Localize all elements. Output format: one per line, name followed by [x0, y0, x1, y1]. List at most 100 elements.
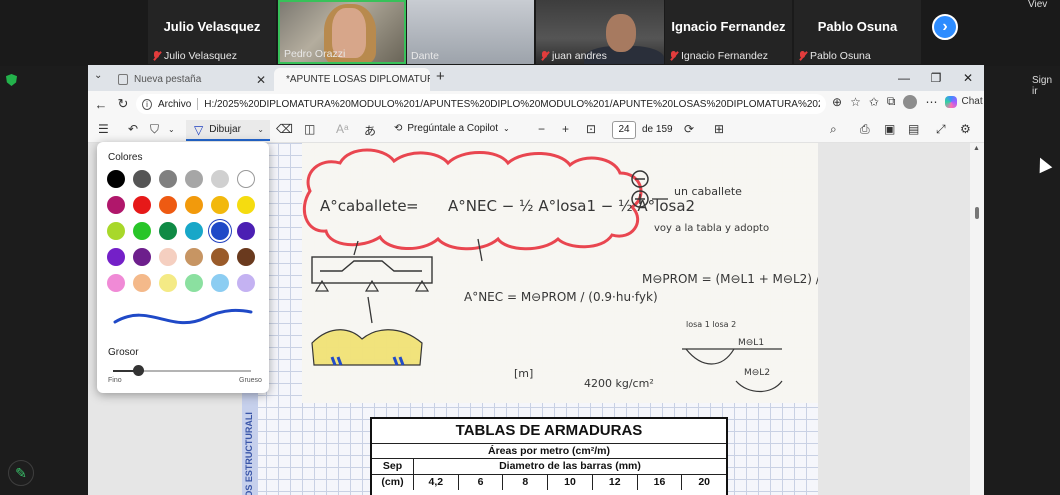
next-participants-button[interactable]: › — [932, 14, 958, 40]
mic-muted-icon — [152, 51, 161, 61]
color-swatch[interactable] — [211, 248, 229, 266]
mic-muted-icon — [669, 51, 678, 61]
restore-icon[interactable]: ❐ — [920, 65, 952, 91]
chevron-down-icon[interactable]: ⌄ — [257, 125, 264, 134]
read-aloud-icon[interactable]: あ — [364, 122, 376, 139]
sign-in-link[interactable]: Sign ir — [1032, 75, 1060, 97]
contents-list-icon[interactable]: ☰ — [98, 122, 109, 136]
copilot-chat-button[interactable]: Chat ⌄ — [945, 95, 984, 108]
color-swatch[interactable] — [185, 196, 203, 214]
participant-name: Pablo Osuna — [810, 50, 871, 62]
page-view-icon[interactable]: ⊞ — [714, 122, 724, 136]
color-swatch[interactable] — [237, 274, 255, 292]
refresh-icon[interactable]: ↻ — [112, 96, 134, 112]
color-swatch[interactable] — [211, 170, 229, 188]
color-swatch[interactable] — [133, 248, 151, 266]
text-format-icon[interactable]: Aᵃ — [336, 122, 348, 136]
search-icon[interactable]: ⌕ — [830, 122, 837, 137]
vertical-scrollbar[interactable]: ▲ — [970, 143, 984, 495]
url-field[interactable]: i Archivo H:/2025%20DIPLOMATURA%20MODULO… — [136, 94, 826, 114]
highlight-icon[interactable]: ⛉ — [150, 122, 159, 137]
zoom-icon[interactable]: ⊕ — [832, 95, 842, 109]
rotate-icon[interactable]: ⟳ — [684, 122, 694, 136]
color-swatch[interactable] — [211, 196, 229, 214]
color-swatch[interactable] — [237, 248, 255, 266]
favorite-star-icon[interactable]: ☆ — [850, 95, 861, 109]
scroll-thumb[interactable] — [975, 207, 979, 219]
formula-nec: A°NEC = M⊖PROM / (0.9·hu·fyk) — [464, 290, 658, 304]
stroke-preview — [113, 308, 253, 325]
fit-page-icon[interactable]: ⊡ — [586, 122, 596, 136]
participant-name: Pedro Orazzi — [284, 48, 346, 60]
color-swatch[interactable] — [107, 222, 125, 240]
close-tab-icon[interactable]: ✕ — [256, 73, 266, 87]
tab-actions-icon[interactable]: ⌄ — [94, 70, 102, 81]
expand-icon[interactable]: ⤢ — [936, 122, 946, 137]
save-icon[interactable]: ▣ — [884, 122, 895, 136]
save-as-icon[interactable]: ▤ — [908, 122, 919, 136]
color-swatch[interactable] — [159, 248, 177, 266]
color-swatch[interactable] — [211, 222, 229, 240]
close-window-icon[interactable]: ✕ — [952, 65, 984, 91]
participant-big-name: Julio Velasquez — [163, 19, 261, 34]
undo-icon[interactable]: ↶ — [128, 122, 138, 136]
color-swatch[interactable] — [133, 170, 151, 188]
annotate-pencil-button[interactable]: ✎ — [8, 460, 34, 486]
new-tab-button[interactable]: + — [436, 68, 445, 85]
chevron-down-icon[interactable]: ⌄ — [168, 125, 175, 134]
minimize-icon[interactable]: — — [888, 65, 920, 91]
zoom-in-icon[interactable]: + — [562, 122, 569, 136]
color-swatch[interactable] — [159, 196, 177, 214]
zoom-out-icon[interactable]: − — [538, 122, 545, 136]
settings-gear-icon[interactable]: ⚙ — [960, 122, 971, 136]
eraser-icon[interactable]: ⌫ — [276, 122, 293, 136]
draw-options-panel: Colores Grosor Fino Grueso — [97, 142, 269, 393]
avatar[interactable] — [903, 94, 918, 109]
favorites-list-icon[interactable]: ✩ — [869, 95, 879, 109]
color-swatch[interactable] — [107, 170, 125, 188]
tab-new-tab[interactable]: Nueva pestaña ✕ — [112, 68, 272, 91]
color-swatch[interactable] — [237, 222, 255, 240]
color-swatch[interactable] — [107, 274, 125, 292]
page-number-input[interactable]: 24 — [612, 121, 636, 139]
color-swatch[interactable] — [159, 170, 177, 188]
add-text-icon[interactable]: ◫ — [304, 122, 315, 136]
ask-copilot-button[interactable]: ⟲ Pregúntale a Copilot ⌄ — [394, 123, 510, 134]
color-swatch[interactable] — [107, 196, 125, 214]
color-swatch[interactable] — [133, 274, 151, 292]
participant-tile[interactable]: Pablo Osuna Pablo Osuna — [794, 0, 921, 64]
participant-video-tile[interactable]: Dante — [407, 0, 534, 64]
more-icon[interactable]: ⋯ — [925, 95, 937, 109]
participant-tile[interactable]: Ignacio Fernandez Ignacio Fernandez — [665, 0, 792, 64]
back-arrow-icon[interactable]: ← — [90, 97, 112, 112]
draw-button[interactable]: ▽ Dibujar ⌄ — [186, 120, 270, 141]
color-swatch[interactable] — [185, 170, 203, 188]
color-swatch[interactable] — [107, 248, 125, 266]
tab-pdf-apunte[interactable]: *APUNTE LOSAS DIPLOMATURA 2 ✕ — [274, 68, 430, 91]
color-swatch[interactable] — [185, 222, 203, 240]
color-swatch[interactable] — [159, 222, 177, 240]
thickness-slider-handle[interactable] — [132, 365, 144, 376]
pencil-icon: ✎ — [15, 465, 27, 481]
print-icon[interactable]: ⎙ — [860, 122, 870, 137]
color-swatch[interactable] — [237, 170, 255, 188]
color-swatch[interactable] — [211, 274, 229, 292]
color-swatch[interactable] — [133, 196, 151, 214]
unit-m: [m] — [514, 367, 533, 380]
color-swatch[interactable] — [133, 222, 151, 240]
scroll-up-icon[interactable]: ▲ — [973, 145, 980, 152]
info-icon[interactable]: i — [142, 98, 152, 110]
participant-video-tile[interactable]: Pedro Orazzi — [278, 0, 406, 64]
mic-muted-icon — [540, 51, 549, 61]
collections-icon[interactable]: ⧉ — [887, 94, 896, 109]
color-swatch[interactable] — [185, 274, 203, 292]
view-button[interactable]: Viev — [1028, 0, 1047, 10]
color-swatch[interactable] — [159, 274, 177, 292]
thickness-heading: Grosor — [108, 347, 139, 358]
participant-tile[interactable]: Julio Velasquez Julio Velasquez — [148, 0, 276, 64]
label-ml1: M⊖L1 — [738, 338, 764, 348]
color-swatch[interactable] — [185, 248, 203, 266]
color-swatch[interactable] — [237, 196, 255, 214]
participant-video-tile[interactable]: juan andres — [536, 0, 664, 64]
mic-muted-icon — [798, 51, 807, 61]
